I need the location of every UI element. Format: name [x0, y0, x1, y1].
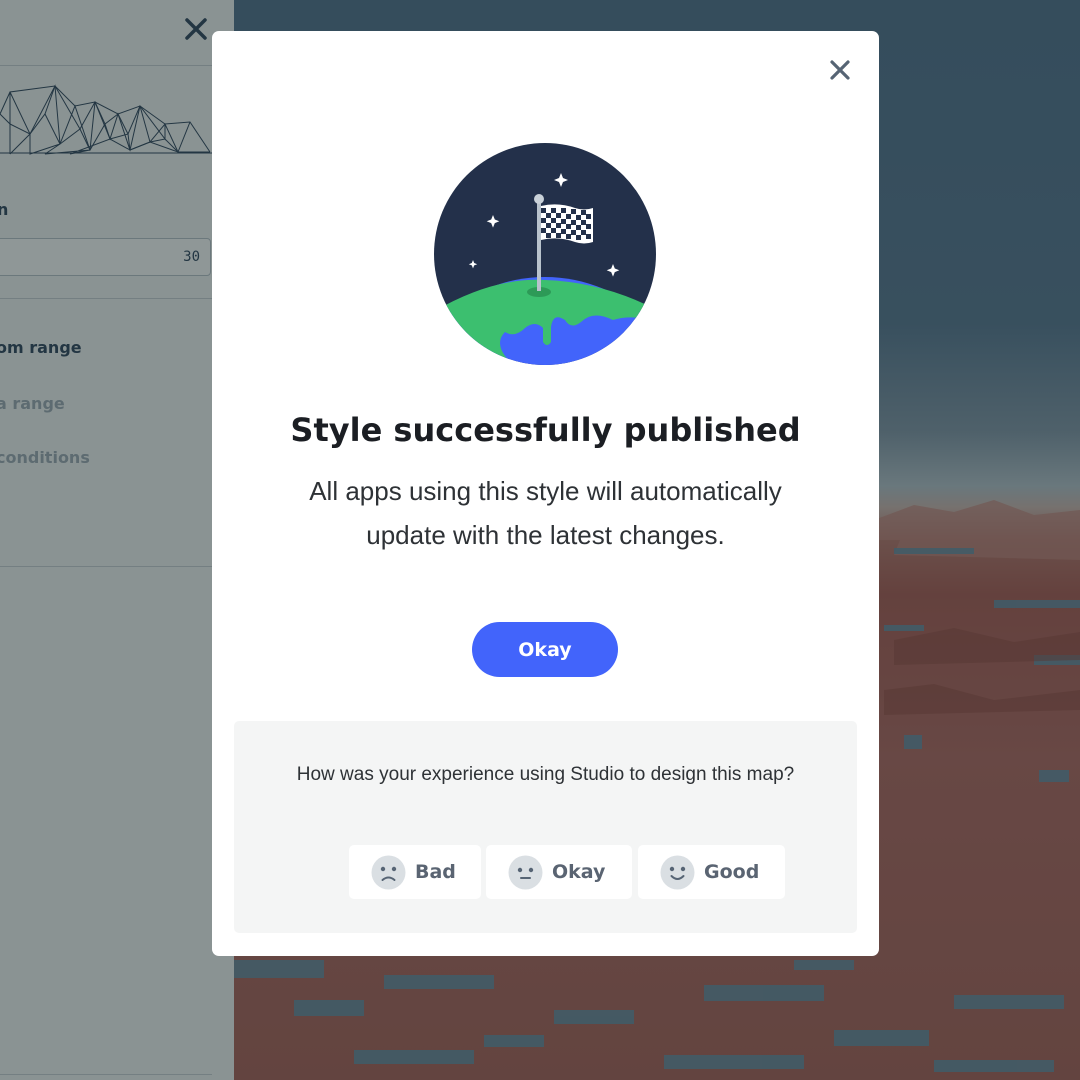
rate-okay-label: Okay — [552, 861, 606, 883]
happy-face-icon — [660, 855, 695, 889]
feedback-section: How was your experience using Studio to … — [234, 721, 857, 933]
modal-title: Style successfully published — [290, 411, 801, 449]
rate-good-button[interactable]: Good — [638, 845, 785, 899]
okay-button[interactable]: Okay — [472, 622, 618, 677]
rate-okay-button[interactable]: Okay — [486, 845, 632, 899]
feedback-question: How was your experience using Studio to … — [296, 764, 795, 785]
publish-success-modal: Style successfully published All apps us… — [212, 31, 879, 956]
globe-flag-illustration — [434, 143, 656, 365]
close-icon[interactable] — [827, 57, 853, 83]
rate-good-label: Good — [704, 861, 760, 883]
rate-bad-label: Bad — [415, 861, 456, 883]
neutral-face-icon — [508, 855, 543, 889]
rate-bad-button[interactable]: Bad — [349, 845, 481, 899]
sad-face-icon — [371, 855, 406, 889]
modal-description: All apps using this style will automatic… — [309, 476, 782, 550]
